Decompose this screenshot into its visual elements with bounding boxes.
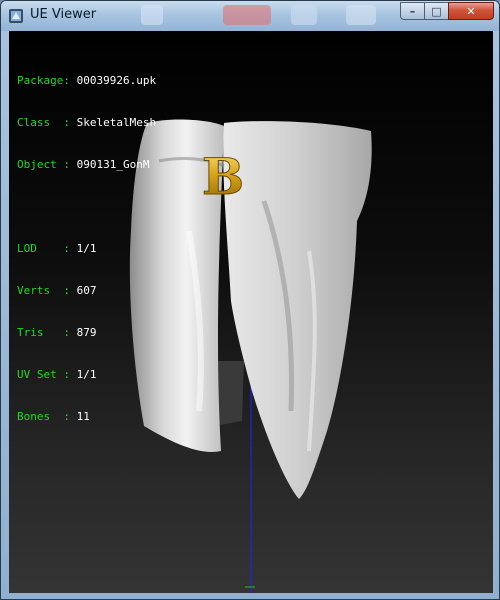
title-bar[interactable]: UE Viewer – □ ✕	[1, 1, 499, 31]
background-blur	[346, 5, 376, 25]
info-row-object: Object : 090131_GonM	[17, 158, 150, 171]
background-blur	[223, 5, 271, 25]
close-button[interactable]: ✕	[448, 2, 494, 20]
window-title: UE Viewer	[30, 7, 97, 22]
maximize-button[interactable]: □	[424, 2, 449, 20]
background-blur	[291, 5, 317, 25]
b-emblem: B	[202, 147, 244, 206]
window-controls: – □ ✕	[400, 2, 494, 20]
minimize-icon: –	[409, 4, 416, 18]
app-icon	[9, 9, 23, 23]
info-row-lod: LOD : 1/1	[17, 242, 97, 255]
info-row-package: Package: 00039926.upk	[17, 74, 157, 87]
info-row-uv-set: UV Set : 1/1	[17, 368, 97, 381]
maximize-icon: □	[431, 4, 442, 18]
close-icon: ✕	[466, 4, 476, 18]
info-row-verts: Verts : 607	[17, 284, 97, 297]
ue-viewer-window: UE Viewer – □ ✕ B Package: 00039926.upk …	[0, 0, 500, 600]
minimize-button[interactable]: –	[400, 2, 425, 20]
info-row-tris: Tris : 879	[17, 326, 97, 339]
cloth-right-panel	[223, 121, 372, 499]
info-row-class: Class : SkeletalMesh	[17, 116, 157, 129]
mesh-info-overlay: Package: 00039926.upk Class : SkeletalMe…	[17, 46, 156, 452]
3d-viewport[interactable]: B Package: 00039926.upk Class : Skeletal…	[9, 31, 493, 593]
info-row-bones: Bones : 11	[17, 410, 90, 423]
background-blur	[141, 5, 163, 25]
